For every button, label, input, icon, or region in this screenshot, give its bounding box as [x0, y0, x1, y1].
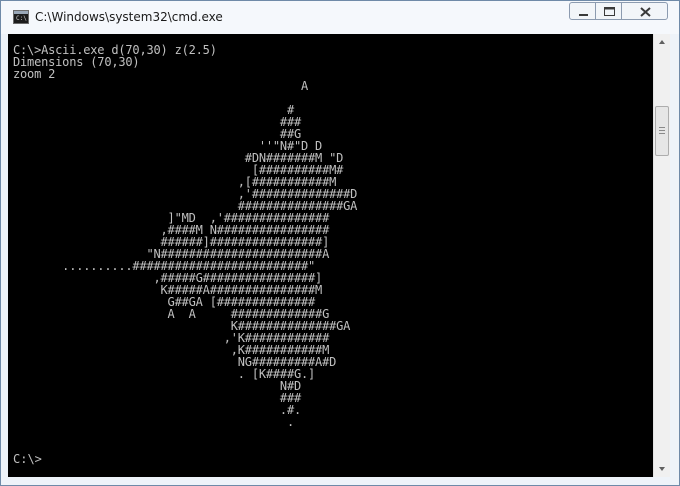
scroll-down-arrow-icon	[659, 467, 665, 471]
console-window: C:\ C:\Windows\system32\cmd.exe C:\>Asci…	[0, 0, 680, 486]
command-prompt[interactable]: C:\>	[13, 453, 42, 465]
console-output-area[interactable]: C:\>Ascii.exe d(70,30) z(2.5) Dimensions…	[8, 34, 653, 477]
window-bottom-border	[1, 477, 679, 485]
minimize-button[interactable]	[569, 2, 596, 20]
cmd-icon[interactable]: C:\	[13, 10, 29, 24]
close-icon	[640, 7, 651, 17]
scroll-down-button[interactable]	[654, 460, 670, 477]
console-output: C:\>Ascii.exe d(70,30) z(2.5) Dimensions…	[13, 43, 358, 429]
title-bar[interactable]: C:\ C:\Windows\system32\cmd.exe	[1, 1, 679, 34]
scroll-thumb[interactable]	[655, 106, 669, 156]
vertical-scrollbar[interactable]	[653, 34, 670, 477]
maximize-icon	[604, 7, 615, 16]
scroll-up-button[interactable]	[654, 34, 670, 51]
minimize-icon	[579, 14, 588, 16]
scroll-up-arrow-icon	[659, 40, 665, 44]
maximize-button[interactable]	[595, 2, 622, 20]
window-title: C:\Windows\system32\cmd.exe	[35, 10, 223, 24]
close-button[interactable]	[621, 2, 668, 20]
